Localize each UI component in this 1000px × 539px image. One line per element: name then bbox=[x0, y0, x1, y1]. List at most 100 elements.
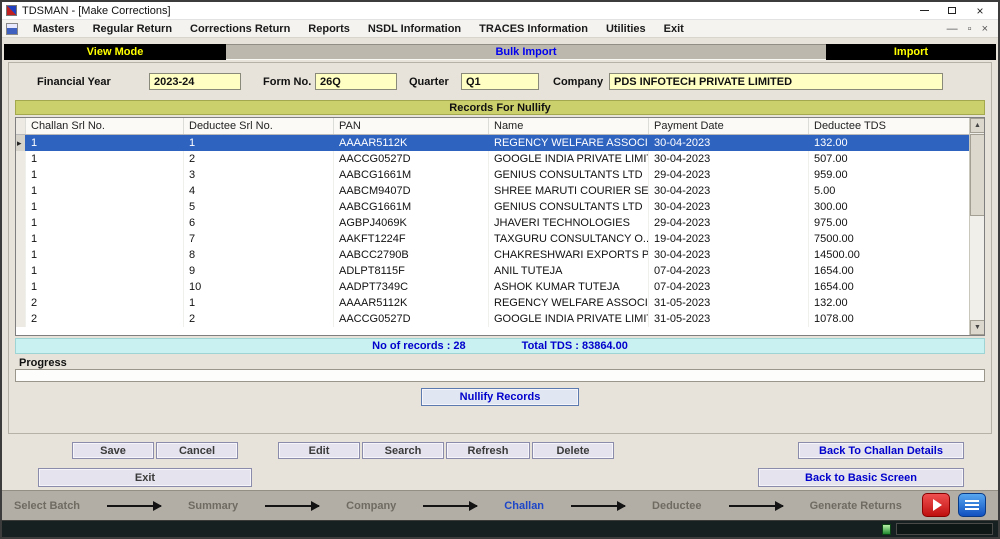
edit-button[interactable]: Edit bbox=[278, 442, 360, 459]
table-row[interactable]: 1 2 AACCG0527D GOOGLE INDIA PRIVATE LIMIT..… bbox=[16, 151, 984, 167]
exit-button[interactable]: Exit bbox=[38, 468, 252, 487]
list-button[interactable] bbox=[958, 493, 986, 517]
title-bar: TDSMAN - [Make Corrections] × bbox=[2, 2, 998, 20]
import-banner[interactable]: Import bbox=[826, 44, 996, 60]
table-row[interactable]: 1 10 AADPT7349C ASHOK KUMAR TUTEJA 07-04-202… bbox=[16, 279, 984, 295]
arrow-icon bbox=[423, 500, 479, 511]
col-header-payment-date[interactable]: Payment Date bbox=[649, 118, 809, 134]
row-selector[interactable] bbox=[16, 295, 26, 311]
table-cell: 1654.00 bbox=[814, 265, 854, 277]
table-row[interactable]: 1 6 AGBPJ4069K JHAVERI TECHNOLOGIES 29-04-20… bbox=[16, 215, 984, 231]
menu-exit[interactable]: Exit bbox=[655, 23, 693, 35]
table-cell: 4 bbox=[184, 183, 334, 199]
nullify-records-button[interactable]: Nullify Records bbox=[421, 388, 579, 406]
vertical-scrollbar[interactable]: ▲ ▼ bbox=[969, 118, 984, 335]
row-selector[interactable] bbox=[16, 263, 26, 279]
menu-bar: Masters Regular Return Corrections Retur… bbox=[2, 20, 998, 38]
table-row[interactable]: 1 5 AABCG1661M GENIUS CONSULTANTS LTD 30-04-… bbox=[16, 199, 984, 215]
arrow-icon bbox=[728, 500, 784, 511]
table-cell: REGENCY WELFARE ASSOCIA... bbox=[489, 135, 649, 151]
cancel-button[interactable]: Cancel bbox=[156, 442, 238, 459]
table-row[interactable]: 1 7 AAKFT1224F TAXGURU CONSULTANCY O... 19-0… bbox=[16, 231, 984, 247]
table-cell: 1078.00 bbox=[814, 313, 854, 325]
table-row[interactable]: 2 1 AAAAR5112K REGENCY WELFARE ASSOCIA... 31… bbox=[16, 295, 984, 311]
mdi-restore-icon[interactable]: ▫ bbox=[968, 23, 972, 35]
row-selector[interactable] bbox=[16, 247, 26, 263]
table-row[interactable]: 1 3 AABCG1661M GENIUS CONSULTANTS LTD 29-04-… bbox=[16, 167, 984, 183]
back-to-challan-details-button[interactable]: Back To Challan Details bbox=[798, 442, 964, 459]
table-cell: CHAKRESHWARI EXPORTS P... bbox=[489, 247, 649, 263]
status-meter-icon bbox=[882, 524, 891, 535]
refresh-button[interactable]: Refresh bbox=[446, 442, 530, 459]
table-cell: ASHOK KUMAR TUTEJA bbox=[489, 279, 649, 295]
mdi-child-icon bbox=[6, 22, 18, 35]
table-cell: 1 bbox=[184, 295, 334, 311]
table-cell: 30-04-2023 bbox=[649, 199, 809, 215]
save-button[interactable]: Save bbox=[72, 442, 154, 459]
col-header-challan-srl[interactable]: Challan Srl No. bbox=[26, 118, 184, 134]
financial-year-field[interactable]: 2023-24 bbox=[149, 73, 241, 90]
search-button[interactable]: Search bbox=[362, 442, 444, 459]
table-cell: 07-04-2023 bbox=[649, 263, 809, 279]
menu-reports[interactable]: Reports bbox=[299, 23, 359, 35]
menu-traces-information[interactable]: TRACES Information bbox=[470, 23, 597, 35]
table-cell: 1 bbox=[26, 263, 184, 279]
arrow-icon bbox=[107, 500, 163, 511]
menu-utilities[interactable]: Utilities bbox=[597, 23, 655, 35]
table-cell: 19-04-2023 bbox=[649, 231, 809, 247]
row-selector[interactable] bbox=[16, 215, 26, 231]
bulk-import-tab[interactable]: Bulk Import bbox=[226, 44, 826, 60]
records-for-nullify-header: Records For Nullify bbox=[15, 100, 985, 115]
close-button[interactable]: × bbox=[966, 3, 994, 19]
company-field[interactable]: PDS INFOTECH PRIVATE LIMITED bbox=[609, 73, 943, 90]
row-selector[interactable] bbox=[16, 311, 26, 327]
scrollbar-thumb[interactable] bbox=[970, 134, 984, 216]
mdi-minimize-icon[interactable]: — bbox=[947, 23, 958, 35]
mdi-close-icon[interactable]: × bbox=[982, 23, 988, 35]
table-row[interactable]: 2 2 AACCG0527D GOOGLE INDIA PRIVATE LIMIT..… bbox=[16, 311, 984, 327]
table-row[interactable]: 1 9 ADLPT8115F ANIL TUTEJA 07-04-2023 1654.00 bbox=[16, 263, 984, 279]
workflow-step: Summary bbox=[188, 499, 239, 512]
col-header-name[interactable]: Name bbox=[489, 118, 649, 134]
table-cell: AACCG0527D bbox=[334, 311, 489, 327]
row-selector[interactable] bbox=[16, 279, 26, 295]
row-selector[interactable] bbox=[16, 199, 26, 215]
menu-regular-return[interactable]: Regular Return bbox=[84, 23, 181, 35]
table-cell: AABCG1661M bbox=[334, 199, 489, 215]
table-cell: AACCG0527D bbox=[334, 151, 489, 167]
minimize-button[interactable] bbox=[910, 3, 938, 19]
table-cell: AABCC2790B bbox=[334, 247, 489, 263]
table-cell: 1 bbox=[26, 135, 184, 151]
table-cell: 2 bbox=[26, 295, 184, 311]
table-row[interactable]: ▸ 1 1 AAAAR5112K REGENCY WELFARE ASSOCIA... 3… bbox=[16, 135, 984, 151]
quarter-field[interactable]: Q1 bbox=[461, 73, 539, 90]
table-row[interactable]: 1 4 AABCM9407D SHREE MARUTI COURIER SE... 30… bbox=[16, 183, 984, 199]
back-to-basic-screen-button[interactable]: Back to Basic Screen bbox=[758, 468, 964, 487]
menu-nsdl-information[interactable]: NSDL Information bbox=[359, 23, 470, 35]
table-cell: AABCG1661M bbox=[334, 167, 489, 183]
summary-bar: No of records : 28 Total TDS : 83864.00 bbox=[15, 338, 985, 354]
row-selector[interactable] bbox=[16, 231, 26, 247]
scroll-down-icon[interactable]: ▼ bbox=[970, 320, 984, 335]
table-cell: 1 bbox=[26, 247, 184, 263]
col-header-pan[interactable]: PAN bbox=[334, 118, 489, 134]
play-video-button[interactable] bbox=[922, 493, 950, 517]
col-header-deductee-tds[interactable]: Deductee TDS bbox=[809, 118, 984, 134]
scroll-up-icon[interactable]: ▲ bbox=[970, 118, 984, 133]
row-selector[interactable]: ▸ bbox=[16, 135, 26, 151]
row-selector[interactable] bbox=[16, 183, 26, 199]
row-selector[interactable] bbox=[16, 167, 26, 183]
delete-button[interactable]: Delete bbox=[532, 442, 614, 459]
quarter-label: Quarter bbox=[409, 76, 449, 88]
col-header-deductee-srl[interactable]: Deductee Srl No. bbox=[184, 118, 334, 134]
restore-button[interactable] bbox=[938, 3, 966, 19]
menu-masters[interactable]: Masters bbox=[24, 23, 84, 35]
menu-corrections-return[interactable]: Corrections Return bbox=[181, 23, 299, 35]
table-cell: 31-05-2023 bbox=[649, 311, 809, 327]
table-cell: 5.00 bbox=[814, 185, 836, 197]
record-count: No of records : 28 bbox=[372, 340, 466, 352]
form-no-field[interactable]: 26Q bbox=[315, 73, 397, 90]
table-cell: 1 bbox=[26, 215, 184, 231]
row-selector[interactable] bbox=[16, 151, 26, 167]
table-row[interactable]: 1 8 AABCC2790B CHAKRESHWARI EXPORTS P... 30-… bbox=[16, 247, 984, 263]
